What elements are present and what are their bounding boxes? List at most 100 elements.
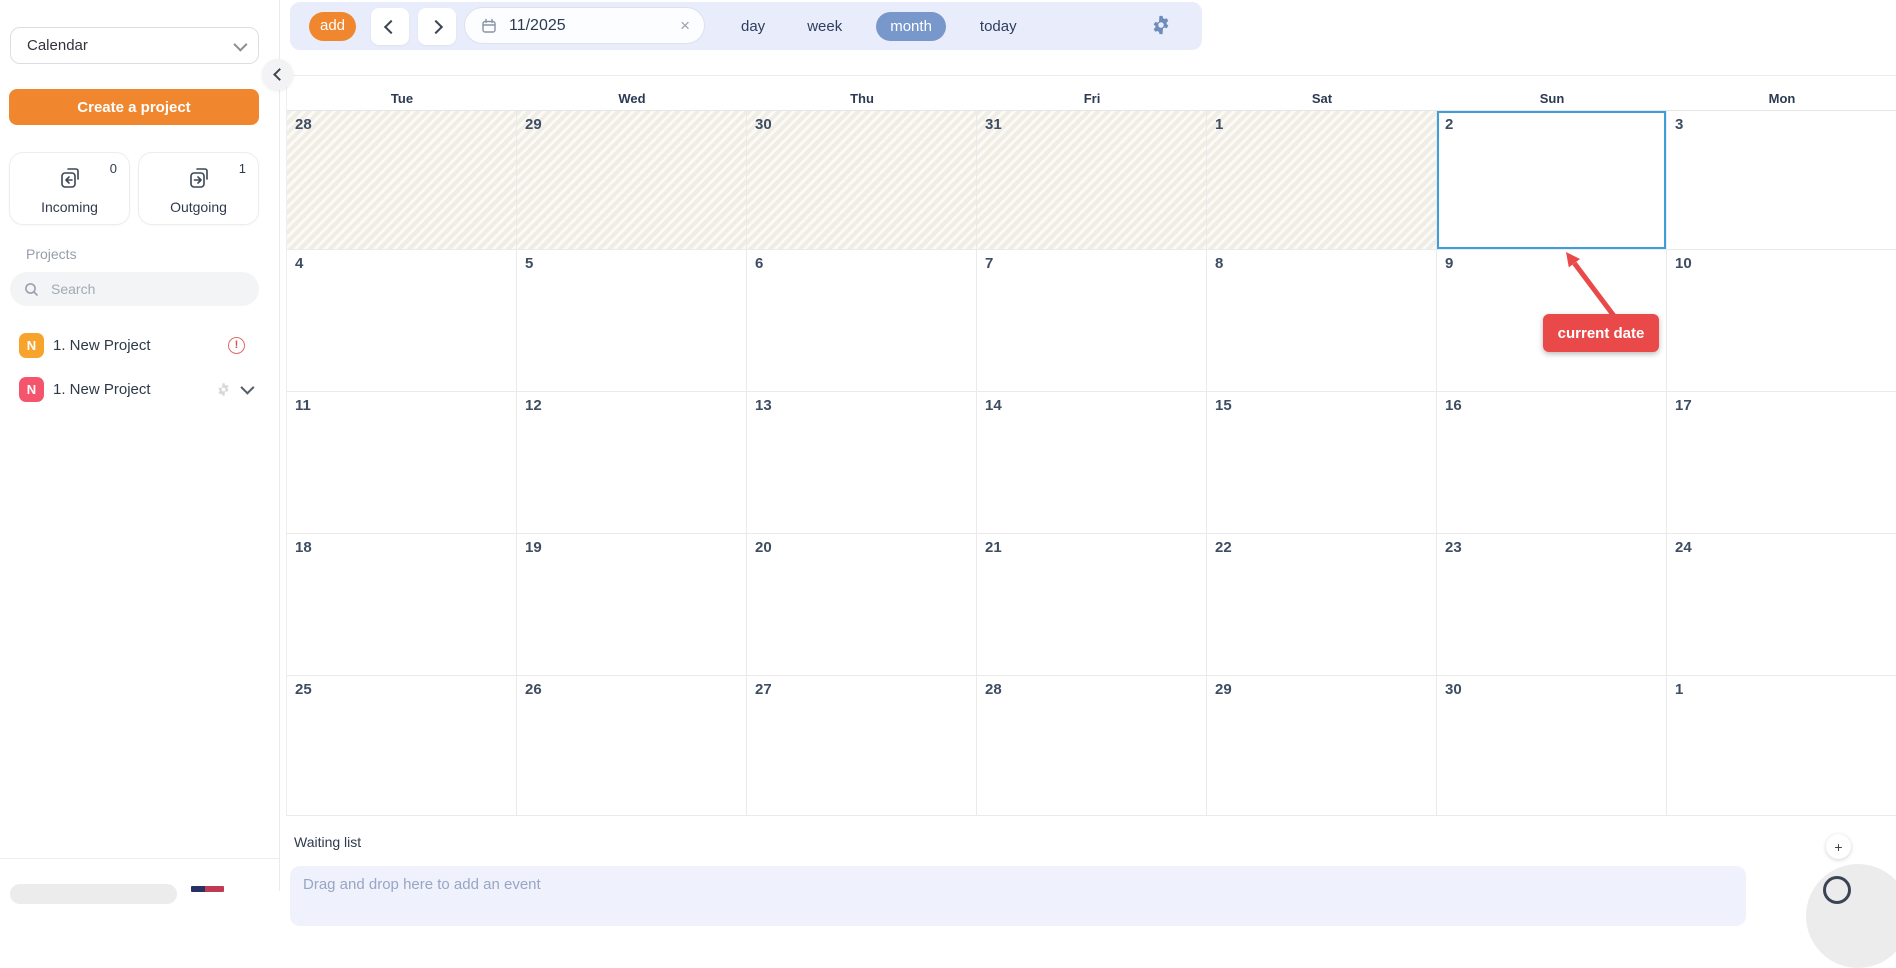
day-number: 19: [525, 539, 542, 556]
calendar-cell[interactable]: 14: [977, 392, 1207, 534]
view-week-button[interactable]: week: [799, 13, 850, 40]
day-number: 6: [755, 255, 763, 272]
calendar-cell[interactable]: 28: [287, 111, 517, 250]
calendar-cell[interactable]: 16: [1437, 392, 1667, 534]
calendar-cell[interactable]: 17: [1667, 392, 1896, 534]
calendar-cell[interactable]: 23: [1437, 534, 1667, 676]
day-number: 27: [755, 681, 772, 698]
sidebar-collapse-button[interactable]: [262, 59, 293, 90]
calendar-cell[interactable]: 24: [1667, 534, 1896, 676]
waiting-list-dropzone[interactable]: Drag and drop here to add an event: [290, 866, 1746, 926]
calendar-cell[interactable]: 5: [517, 250, 747, 392]
day-header-mon: Mon: [1667, 86, 1896, 110]
calendar-cell[interactable]: 30: [1437, 676, 1667, 816]
search-icon: [24, 282, 39, 297]
calendar-cell[interactable]: 13: [747, 392, 977, 534]
calendar-view-select-value: Calendar: [27, 37, 88, 54]
calendar-cell[interactable]: 26: [517, 676, 747, 816]
calendar-cell[interactable]: 4: [287, 250, 517, 392]
day-header-sun: Sun: [1437, 86, 1667, 110]
day-number: 13: [755, 397, 772, 414]
calendar-cell[interactable]: 15: [1207, 392, 1437, 534]
day-number: 3: [1675, 116, 1683, 133]
day-number: 1: [1675, 681, 1683, 698]
day-number: 8: [1215, 255, 1223, 272]
clear-date-icon[interactable]: ×: [680, 17, 690, 34]
calendar-cell[interactable]: 20: [747, 534, 977, 676]
search-input[interactable]: [49, 280, 247, 298]
project-name: 1. New Project: [53, 337, 228, 354]
calendar-cell[interactable]: 11: [287, 392, 517, 534]
chevron-left-icon: [273, 68, 286, 81]
create-project-button[interactable]: Create a project: [9, 89, 259, 125]
calendar-top-border: [286, 75, 1896, 76]
view-day-button[interactable]: day: [733, 13, 773, 40]
project-row-2[interactable]: N 1. New Project: [0, 369, 279, 409]
project-name: 1. New Project: [53, 381, 216, 398]
calendar-cell[interactable]: 3: [1667, 111, 1896, 250]
view-switcher: dayweek month today: [733, 2, 1025, 50]
calendar-cell[interactable]: 29: [1207, 676, 1437, 816]
calendar-cell[interactable]: 19: [517, 534, 747, 676]
day-header-sat: Sat: [1207, 86, 1437, 110]
view-month-button[interactable]: month: [876, 12, 946, 41]
calendar-cell[interactable]: 8: [1207, 250, 1437, 392]
calendar-cell[interactable]: 1: [1667, 676, 1896, 816]
waiting-list-add-button[interactable]: +: [1826, 834, 1851, 859]
day-number: 25: [295, 681, 312, 698]
day-number: 30: [755, 116, 772, 133]
language-flag-icon[interactable]: [191, 886, 224, 892]
incoming-card[interactable]: 0 Incoming: [9, 152, 130, 225]
calendar-cell[interactable]: 27: [747, 676, 977, 816]
day-number: 2: [1445, 116, 1453, 133]
day-number: 11: [295, 397, 311, 414]
calendar-cell[interactable]: 6: [747, 250, 977, 392]
chat-button[interactable]: [1806, 864, 1896, 968]
calendar-cell[interactable]: 10: [1667, 250, 1896, 392]
chevron-left-icon: [384, 19, 398, 33]
chevron-right-icon: [429, 19, 443, 33]
calendar-cell[interactable]: 29: [517, 111, 747, 250]
incoming-label: Incoming: [10, 199, 129, 215]
project-row-1[interactable]: N 1. New Project !: [0, 325, 279, 365]
calendar-view-select[interactable]: Calendar: [10, 27, 259, 64]
calendar-cell[interactable]: 21: [977, 534, 1207, 676]
settings-gear-icon[interactable]: [1150, 14, 1172, 36]
calendar-cell[interactable]: 1: [1207, 111, 1437, 250]
add-event-button[interactable]: add: [309, 12, 356, 41]
bottom-toolbar-pill[interactable]: [10, 884, 177, 904]
day-number: 29: [525, 116, 542, 133]
calendar-toolbar: add × dayweek month today: [290, 2, 1202, 50]
project-avatar: N: [19, 333, 44, 358]
outgoing-card[interactable]: 1 Outgoing: [138, 152, 259, 225]
chevron-down-icon[interactable]: [240, 381, 254, 395]
calendar-cell[interactable]: 28: [977, 676, 1207, 816]
calendar-cell[interactable]: 7: [977, 250, 1207, 392]
day-number: 20: [755, 539, 772, 556]
calendar-cell[interactable]: 30: [747, 111, 977, 250]
alert-icon[interactable]: !: [228, 337, 245, 354]
next-period-button[interactable]: [418, 8, 456, 45]
calendar-cell[interactable]: 31: [977, 111, 1207, 250]
calendar-icon: [481, 18, 497, 34]
calendar-cell[interactable]: 22: [1207, 534, 1437, 676]
annotation-arrow: [1552, 246, 1632, 321]
day-number: 22: [1215, 539, 1232, 556]
calendar-cell[interactable]: 18: [287, 534, 517, 676]
day-number: 28: [985, 681, 1002, 698]
date-input[interactable]: [507, 16, 670, 36]
project-avatar: N: [19, 377, 44, 402]
clipboard-arrow-in-icon: [57, 165, 83, 191]
day-header-wed: Wed: [517, 86, 747, 110]
month-grid: TueWedThuFriSatSunMon 282930311234567891…: [286, 86, 1896, 816]
projects-section-title: Projects: [26, 246, 77, 262]
calendar-cell[interactable]: 12: [517, 392, 747, 534]
calendar-cell-current[interactable]: 2: [1437, 111, 1667, 250]
day-number: 10: [1675, 255, 1692, 272]
day-number: 31: [985, 116, 1002, 133]
view-today-button[interactable]: today: [972, 13, 1025, 40]
prev-period-button[interactable]: [371, 8, 409, 45]
calendar-cell[interactable]: 25: [287, 676, 517, 816]
day-number: 28: [295, 116, 312, 133]
gear-icon[interactable]: [216, 382, 231, 397]
